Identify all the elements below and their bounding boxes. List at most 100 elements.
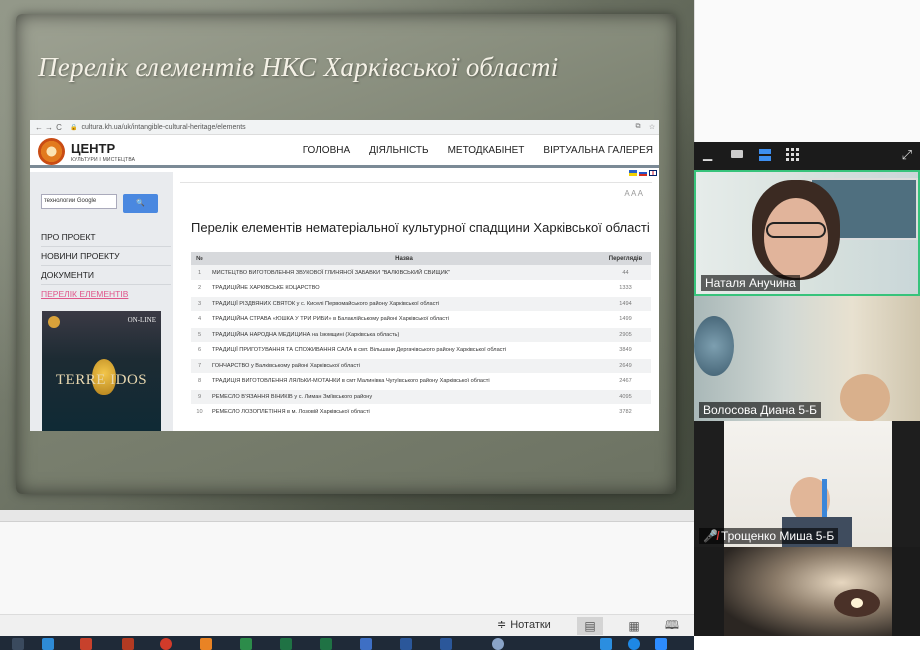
taskbar-app-icon[interactable] bbox=[160, 638, 172, 650]
flag-ua-icon bbox=[629, 170, 637, 176]
row-num: 7 bbox=[191, 358, 208, 374]
header-name: Назва bbox=[208, 252, 600, 265]
row-views: 1499 bbox=[600, 311, 651, 328]
chrome-icon[interactable] bbox=[628, 638, 640, 650]
row-num: 9 bbox=[191, 389, 208, 405]
row-views: 1494 bbox=[600, 296, 651, 312]
zoom-empty-area bbox=[694, 0, 920, 142]
video-poster bbox=[694, 316, 734, 376]
content-panel: A A A Перелік елементів нематеріальної к… bbox=[180, 182, 652, 431]
notes-label: Нотатки bbox=[510, 618, 551, 631]
notes-button[interactable]: ≑ Нотатки bbox=[497, 618, 551, 632]
poster-image: ON-LINE TERRE IDOS bbox=[42, 311, 161, 431]
row-num: 8 bbox=[191, 373, 208, 390]
taskbar-app-icon[interactable] bbox=[600, 638, 612, 650]
sidebar-item-documents: ДОКУМЕНТИ bbox=[41, 270, 171, 285]
zoom-icon[interactable] bbox=[655, 638, 667, 650]
row-views: 44 bbox=[600, 265, 651, 281]
muted-mic-icon: 🎤̸ bbox=[703, 529, 718, 543]
gallery-view-icon[interactable] bbox=[786, 148, 800, 162]
normal-view-button[interactable]: ▤ bbox=[577, 617, 603, 635]
speaker-view-icon[interactable] bbox=[758, 148, 772, 162]
embedded-website-screenshot: ← → C 🔒 cultura.kh.ua/uk/intangible-cult… bbox=[30, 120, 659, 431]
flag-uk-icon bbox=[649, 170, 657, 176]
status-bar: ≑ Нотатки ▤ ▦ 🕮 bbox=[0, 614, 694, 636]
excel-icon[interactable] bbox=[280, 638, 292, 650]
table-row: 5 ТРАДИЦІЙНА НАРОДНА МЕДИЦИНА на Ізюмщин… bbox=[191, 327, 651, 343]
powerpoint-icon[interactable] bbox=[80, 638, 92, 650]
row-name: МИСТЕЦТВО ВИГОТОВЛЕННЯ ЗВУКОВОЇ ГЛИНЯНОЇ… bbox=[208, 265, 600, 281]
table-row: 6 ТРАДИЦІЇ ПРИГОТУВАННЯ ТА СПОЖИВАННЯ СА… bbox=[191, 342, 651, 359]
row-name: ГОНЧАРСТВО у Валківському районі Харківс… bbox=[208, 358, 600, 374]
video-lamp-light bbox=[851, 598, 863, 608]
content-title: Перелік елементів нематеріальної культур… bbox=[191, 220, 650, 235]
zoom-video-panel: ▁ ⤢ Наталя Анучина Волосова Диана 5-Б 🎤̸… bbox=[694, 0, 920, 650]
taskbar-app-icon[interactable] bbox=[320, 638, 332, 650]
taskbar-app-icon[interactable] bbox=[492, 638, 504, 650]
normal-view-icon: ▤ bbox=[584, 619, 596, 633]
site-search-input: технологии Google bbox=[41, 194, 117, 209]
video-person-face bbox=[840, 374, 890, 421]
translate-icon: ⧉ bbox=[635, 123, 641, 130]
header-num: № bbox=[191, 252, 208, 265]
participant-tile[interactable] bbox=[694, 547, 920, 636]
site-logo-icon bbox=[38, 138, 65, 165]
video-pen bbox=[822, 479, 827, 519]
row-name: ТРАДИЦІЇ РІЗДВЯНИХ СВЯТОК у с. Киселі Пе… bbox=[208, 296, 600, 312]
screen: Перелік елементів НКС Харківської област… bbox=[0, 0, 920, 650]
row-name: ТРАДИЦІЯ ВИГОТОВЛЕННЯ ЛЯЛЬКИ-МОТАНКИ в с… bbox=[208, 373, 600, 390]
site-logo-title: ЦЕНТР bbox=[71, 141, 116, 156]
sidebar-item-elements: ПЕРЕЛІК ЕЛЕМЕНТІВ bbox=[41, 289, 129, 299]
nav-item-gallery: ВІРТУАЛЬНА ГАЛЕРЕЯ bbox=[543, 145, 653, 156]
browser-url: cultura.kh.ua/uk/intangible-cultural-her… bbox=[81, 123, 246, 131]
back-arrow-icon: ← bbox=[35, 122, 43, 132]
slide-sorter-view-button[interactable]: ▦ bbox=[621, 617, 647, 635]
flag-ru-icon bbox=[639, 170, 647, 176]
video-person-face bbox=[764, 198, 828, 278]
row-views: 2649 bbox=[600, 358, 651, 374]
row-name: РЕМЕСЛО ЛОЗОПЛЕТІННЯ в м. Лозовій Харків… bbox=[208, 404, 600, 421]
star-icon: ☆ bbox=[648, 124, 656, 131]
row-name: РЕМЕСЛО В'ЯЗАННЯ ВІНИКІВ у с. Лиман Змії… bbox=[208, 389, 600, 405]
lock-icon: 🔒 bbox=[70, 124, 78, 131]
table-row: 1 МИСТЕЦТВО ВИГОТОВЛЕННЯ ЗВУКОВОЇ ГЛИНЯН… bbox=[191, 265, 651, 281]
row-num: 2 bbox=[191, 280, 208, 297]
header-views: Переглядів bbox=[600, 252, 651, 265]
elements-table: № Назва Переглядів 1 МИСТЕЦТВО ВИГОТОВЛЕ… bbox=[191, 252, 651, 421]
row-views: 3849 bbox=[600, 342, 651, 359]
site-sidebar: технологии Google 🔍 ПРО ПРОЕКТ НОВИНИ ПР… bbox=[30, 172, 173, 431]
taskbar-app-icon[interactable] bbox=[360, 638, 372, 650]
table-row: 10 РЕМЕСЛО ЛОЗОПЛЕТІННЯ в м. Лозовій Хар… bbox=[191, 404, 651, 421]
notes-pane[interactable] bbox=[0, 522, 694, 614]
participant-tile[interactable]: Наталя Анучина bbox=[694, 170, 920, 296]
slide-sorter-icon: ▦ bbox=[628, 619, 640, 633]
row-num: 1 bbox=[191, 265, 208, 281]
nav-item-home: ГОЛОВНА bbox=[302, 145, 351, 156]
row-name: ТРАДИЦІЙНА СТРАВА «ЮШКА У ТРИ РИБИ» в Ба… bbox=[208, 311, 600, 328]
taskbar-app-icon[interactable] bbox=[42, 638, 54, 650]
forward-arrow-icon: → bbox=[45, 122, 53, 132]
table-row: 9 РЕМЕСЛО В'ЯЗАННЯ ВІНИКІВ у с. Лиман Зм… bbox=[191, 389, 651, 405]
word-icon[interactable] bbox=[400, 638, 412, 650]
fullscreen-icon[interactable]: ⤢ bbox=[902, 147, 912, 163]
taskbar-app-icon[interactable] bbox=[200, 638, 212, 650]
table-row: 3 ТРАДИЦІЇ РІЗДВЯНИХ СВЯТОК у с. Киселі … bbox=[191, 296, 651, 312]
participant-tile[interactable]: Волосова Диана 5-Б bbox=[694, 296, 920, 421]
taskbar-app-icon[interactable] bbox=[12, 638, 24, 650]
reading-view-button[interactable]: 🕮 bbox=[659, 617, 685, 635]
slide-area: Перелік елементів НКС Харківської област… bbox=[0, 0, 694, 510]
site-content: A A A Перелік елементів нематеріальної к… bbox=[180, 170, 659, 431]
participant-tile[interactable]: 🎤̸ Трощенко Миша 5-Б bbox=[694, 421, 920, 547]
sidebar-item-news: НОВИНИ ПРОЕКТУ bbox=[41, 251, 171, 266]
participant-name: Наталя Анучина bbox=[701, 275, 800, 291]
table-row: 8 ТРАДИЦІЯ ВИГОТОВЛЕННЯ ЛЯЛЬКИ-МОТАНКИ в… bbox=[191, 373, 651, 390]
window-icon[interactable] bbox=[731, 150, 743, 158]
taskbar-app-icon[interactable] bbox=[240, 638, 252, 650]
poster-online-label: ON-LINE bbox=[127, 316, 156, 324]
zoom-toolbar: ▁ ⤢ bbox=[694, 142, 920, 170]
taskbar-app-icon[interactable] bbox=[440, 638, 452, 650]
table-row: 7 ГОНЧАРСТВО у Валківському районі Харкі… bbox=[191, 358, 651, 374]
language-flags bbox=[629, 170, 657, 176]
minimize-icon[interactable]: ▁ bbox=[703, 147, 712, 161]
taskbar-app-icon[interactable] bbox=[122, 638, 134, 650]
